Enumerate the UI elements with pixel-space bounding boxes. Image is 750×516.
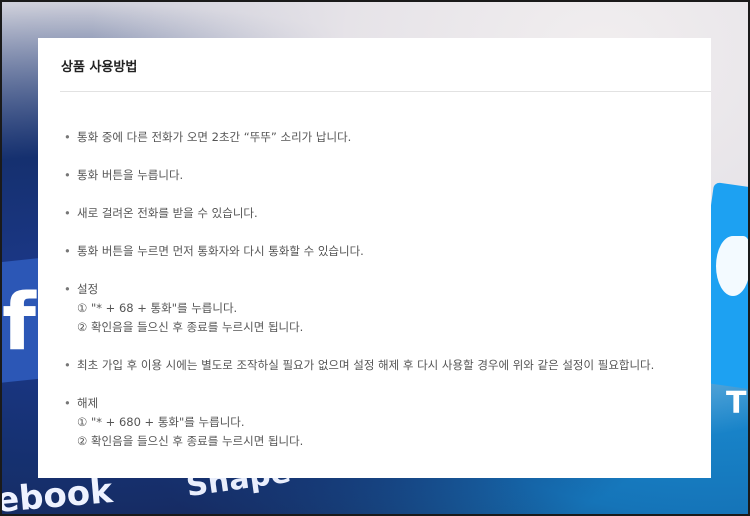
step-text: ② 확인음을 들으신 후 종료를 누르시면 됩니다. [77, 320, 304, 334]
bullet: • [64, 244, 71, 258]
list-item: • 새로 걸려온 전화를 받을 수 있습니다. [64, 204, 701, 223]
step-text: ① "* + 680 + 통화"를 누릅니다. [77, 415, 245, 429]
twitter-letter: T [726, 386, 747, 421]
item-text: 통화 버튼을 누르면 먼저 통화자와 다시 통화할 수 있습니다. [77, 244, 364, 258]
item-text: 해제 [77, 396, 99, 410]
divider [60, 91, 711, 92]
list-item: • 통화 중에 다른 전화가 오면 2초간 “뚜뚜” 소리가 납니다. [64, 128, 701, 147]
bullet: • [64, 396, 71, 410]
usage-list: • 통화 중에 다른 전화가 오면 2초간 “뚜뚜” 소리가 납니다. • 통화… [64, 128, 701, 451]
list-item: • 통화 버튼을 누르면 먼저 통화자와 다시 통화할 수 있습니다. [64, 242, 701, 261]
bullet: • [64, 168, 71, 182]
step-text: ② 확인음을 들으신 후 종료를 누르시면 됩니다. [77, 434, 304, 448]
item-text: 통화 버튼을 누릅니다. [77, 168, 184, 182]
bird-icon [716, 236, 750, 296]
item-text: 최초 가입 후 이용 시에는 별도로 조작하실 필요가 없으며 설정 해제 후 … [77, 358, 655, 372]
item-text: 새로 걸려온 전화를 받을 수 있습니다. [77, 206, 258, 220]
bullet: • [64, 206, 71, 220]
bullet: • [64, 358, 71, 372]
bullet: • [64, 130, 71, 144]
list-item-release: • 해제 ① "* + 680 + 통화"를 누릅니다. ② 확인음을 들으신 … [64, 394, 701, 451]
card-title: 상품 사용방법 [61, 60, 138, 75]
bullet: • [64, 282, 71, 296]
item-text: 설정 [77, 282, 99, 296]
list-item: • 최초 가입 후 이용 시에는 별도로 조작하실 필요가 없으며 설정 해제 … [64, 356, 701, 375]
list-item: • 통화 버튼을 누릅니다. [64, 166, 701, 185]
usage-card: 상품 사용방법 • 통화 중에 다른 전화가 오면 2초간 “뚜뚜” 소리가 납… [38, 38, 711, 478]
step-text: ① "* + 68 + 통화"를 누릅니다. [77, 301, 238, 315]
item-text: 통화 중에 다른 전화가 오면 2초간 “뚜뚜” 소리가 납니다. [77, 130, 352, 144]
facebook-letter: f [2, 278, 36, 368]
list-item-settings: • 설정 ① "* + 68 + 통화"를 누릅니다. ② 확인음을 들으신 후… [64, 280, 701, 337]
